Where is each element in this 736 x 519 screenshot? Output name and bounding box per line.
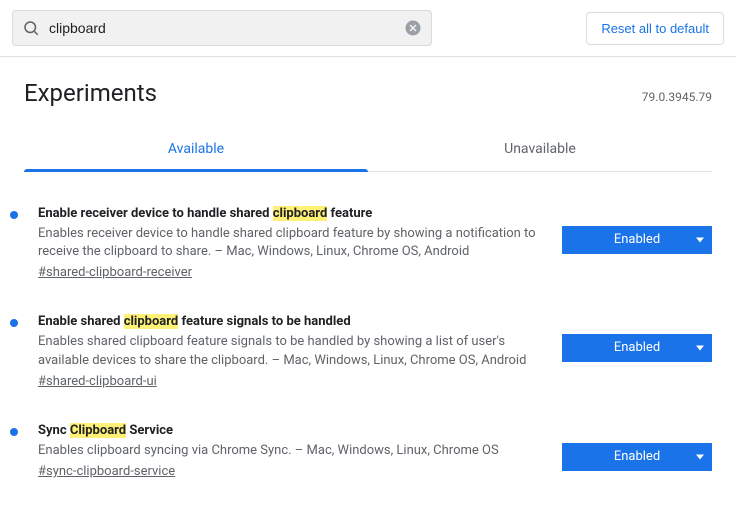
flag-row: Enable receiver device to handle shared … — [24, 192, 712, 300]
flag-hash-link[interactable]: #sync-clipboard-service — [38, 464, 175, 479]
chevron-down-icon — [696, 238, 704, 243]
flag-main: Sync Clipboard Service Enables clipboard … — [38, 423, 542, 479]
flag-row: Sync Clipboard Service Enables clipboard … — [24, 409, 712, 499]
tabs: Available Unavailable — [24, 127, 712, 172]
modified-dot-icon — [10, 428, 18, 436]
flag-hash-link[interactable]: #shared-clipboard-ui — [38, 374, 157, 389]
search-input[interactable] — [12, 10, 432, 46]
flag-hash-link[interactable]: #shared-clipboard-receiver — [38, 265, 192, 280]
tab-unavailable[interactable]: Unavailable — [368, 127, 712, 171]
page-title: Experiments — [24, 79, 157, 107]
flag-title: Enable shared clipboard feature signals … — [38, 314, 542, 329]
flag-main: Enable shared clipboard feature signals … — [38, 314, 542, 388]
search-icon — [22, 19, 40, 37]
flag-title: Sync Clipboard Service — [38, 423, 542, 438]
flag-select: Enabled — [562, 443, 712, 471]
reset-all-button[interactable]: Reset all to default — [586, 12, 724, 45]
modified-dot-icon — [10, 211, 18, 219]
search-wrap — [12, 10, 432, 46]
chevron-down-icon — [696, 346, 704, 351]
flag-description: Enables clipboard syncing via Chrome Syn… — [38, 442, 542, 460]
flag-select: Enabled — [562, 226, 712, 254]
header-row: Experiments 79.0.3945.79 — [24, 79, 712, 107]
flag-select-control[interactable]: Enabled — [562, 334, 712, 362]
clear-icon[interactable] — [404, 19, 422, 37]
flag-select-control[interactable]: Enabled — [562, 226, 712, 254]
flag-select-control[interactable]: Enabled — [562, 443, 712, 471]
modified-dot-icon — [10, 319, 18, 327]
version-label: 79.0.3945.79 — [642, 90, 712, 104]
flag-description: Enables shared clipboard feature signals… — [38, 333, 542, 369]
flag-description: Enables receiver device to handle shared… — [38, 225, 542, 261]
chevron-down-icon — [696, 454, 704, 459]
top-bar: Reset all to default — [0, 0, 736, 57]
flags-list: Enable receiver device to handle shared … — [24, 172, 712, 499]
flag-title: Enable receiver device to handle shared … — [38, 206, 542, 221]
flag-select: Enabled — [562, 334, 712, 362]
flag-main: Enable receiver device to handle shared … — [38, 206, 542, 280]
flag-row: Enable shared clipboard feature signals … — [24, 300, 712, 408]
tab-available[interactable]: Available — [24, 127, 368, 171]
